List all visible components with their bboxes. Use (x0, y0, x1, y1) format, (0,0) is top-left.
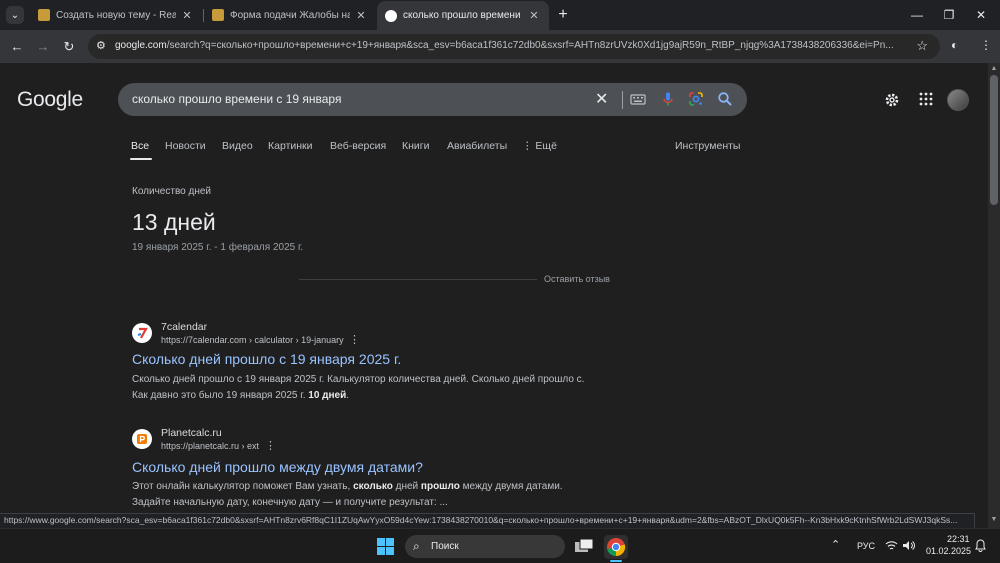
feedback-link[interactable]: Оставить отзыв (544, 274, 610, 284)
task-view-icon[interactable] (572, 535, 596, 559)
extension-icon[interactable]: ◐ (951, 38, 958, 52)
snippet-line: Этот онлайн калькулятор поможет Вам узна… (132, 481, 563, 492)
google-apps-icon[interactable] (919, 92, 933, 106)
result-snippet: Этот онлайн калькулятор поможет Вам узна… (132, 479, 563, 511)
close-tab-icon[interactable]: ✕ (527, 9, 541, 22)
more-vert-icon: ⋮ (522, 140, 536, 152)
tab-title: Форма подачи Жалобы на Ад (230, 9, 350, 21)
tab-complaint-form[interactable]: Форма подачи Жалобы на Ад ✕ (204, 0, 376, 30)
page-scrollbar[interactable]: ▲ ▼ (988, 63, 1000, 528)
settings-gear-icon[interactable] (884, 92, 900, 108)
close-tab-icon[interactable]: ✕ (180, 9, 194, 22)
scroll-down-arrow-icon[interactable]: ▼ (988, 516, 1000, 523)
taskbar-search[interactable]: ⌕ Поиск (405, 535, 565, 558)
tray-overflow-chevron-icon[interactable]: ⌃ (831, 538, 840, 551)
browser-toolbar: ← → ↻ ⚙ google.com/search?q=сколько+прош… (0, 30, 1000, 63)
back-button[interactable]: ← (8, 38, 26, 56)
wifi-icon[interactable] (885, 540, 898, 551)
clock-time[interactable]: 22:31 (947, 534, 970, 544)
scroll-up-arrow-icon[interactable]: ▲ (988, 65, 1000, 72)
tab-web[interactable]: Веб-версия (330, 140, 386, 152)
notifications-bell-icon[interactable] (975, 539, 986, 552)
tab-google-search[interactable]: сколько прошло времени с 1! ✕ (377, 1, 549, 30)
maximize-button[interactable]: ❐ (939, 6, 959, 24)
snippet-line: Как давно это было 19 января 2025 г. 10 … (132, 390, 350, 401)
active-app-indicator (610, 560, 622, 562)
tools-button[interactable]: Инструменты (675, 140, 740, 152)
result-site-name[interactable]: Planetcalc.ru (161, 427, 222, 439)
answer-label: Количество дней (132, 186, 211, 197)
tab-title: Создать новую тему - ReallyW (56, 9, 176, 21)
google-logo[interactable]: Google (17, 88, 83, 112)
lens-search-icon[interactable] (688, 91, 704, 107)
result-snippet: Сколько дней прошло с 19 января 2025 г. … (132, 372, 584, 404)
7calendar-favicon-icon (132, 323, 152, 343)
search-box-divider (622, 91, 623, 109)
tab-more[interactable]: ⋮ Ещё (522, 140, 557, 152)
close-tab-icon[interactable]: ✕ (354, 9, 368, 22)
link-status-bar: https://www.google.com/search?sca_esv=b6… (0, 513, 975, 528)
tab-title: сколько прошло времени с 1! (403, 10, 523, 21)
result-title-link[interactable]: Сколько дней прошло между двумя датами? (132, 459, 423, 475)
answer-value: 13 дней (132, 209, 216, 235)
reload-button[interactable]: ↻ (60, 38, 78, 56)
minimize-button[interactable]: — (907, 6, 927, 24)
tab-images[interactable]: Картинки (268, 140, 313, 152)
voice-search-icon[interactable] (660, 91, 676, 107)
address-bar[interactable]: ⚙ google.com/search?q=сколько+прошло+вре… (88, 34, 940, 59)
address-text[interactable]: google.com/search?q=сколько+прошло+време… (115, 40, 905, 51)
account-avatar[interactable] (947, 89, 969, 111)
clear-search-icon[interactable]: ✕ (595, 89, 608, 109)
tab-search-menu-button[interactable]: ⌄ (6, 6, 24, 24)
new-tab-button[interactable]: + (554, 6, 572, 24)
result-site-name[interactable]: 7calendar (161, 321, 207, 333)
keyboard-icon[interactable] (630, 91, 646, 107)
result-url[interactable]: https://planetcalc.ru › ext (161, 441, 259, 451)
tab-flights[interactable]: Авиабилеты (447, 140, 507, 152)
search-icon[interactable] (717, 91, 733, 107)
browser-menu-icon[interactable]: ⋮ (980, 38, 992, 52)
snippet-line: Задайте начальную дату, конечную дату — … (132, 497, 448, 508)
site-info-icon[interactable]: ⚙ (96, 39, 106, 52)
search-results-page: Google сколько прошло времени с 19 январ… (0, 63, 988, 513)
scrollbar-thumb[interactable] (990, 75, 998, 205)
close-window-button[interactable]: ✕ (971, 6, 991, 24)
search-input[interactable]: сколько прошло времени с 19 января (132, 92, 341, 106)
feedback-divider (299, 279, 537, 280)
result-url[interactable]: https://7calendar.com › calculator › 19-… (161, 335, 344, 345)
tab-reallyworld[interactable]: Создать новую тему - ReallyW ✕ (30, 0, 202, 30)
clock-date[interactable]: 01.02.2025 (926, 546, 971, 556)
search-box[interactable]: сколько прошло времени с 19 января ✕ (118, 83, 747, 116)
active-tab-indicator (130, 158, 152, 160)
tab-more-label: Ещё (535, 140, 557, 152)
tab-favicon-icon (38, 9, 50, 21)
bookmark-star-icon[interactable]: ☆ (916, 38, 928, 54)
google-favicon-icon (385, 9, 397, 22)
tab-news[interactable]: Новости (165, 140, 206, 152)
forward-button[interactable]: → (34, 38, 52, 56)
answer-date-range: 19 января 2025 г. - 1 февраля 2025 г. (132, 242, 304, 253)
input-language[interactable]: РУС (857, 541, 875, 551)
result-title-link[interactable]: Сколько дней прошло с 19 января 2025 г. (132, 351, 401, 367)
tab-video[interactable]: Видео (222, 140, 253, 152)
chrome-taskbar-icon[interactable] (604, 535, 628, 559)
tab-strip: ⌄ Создать новую тему - ReallyW ✕ Форма п… (0, 0, 1000, 30)
tab-favicon-icon (212, 9, 224, 21)
volume-icon[interactable] (902, 540, 915, 551)
windows-start-icon[interactable] (377, 538, 394, 555)
tab-books[interactable]: Книги (402, 140, 429, 152)
windows-taskbar: ⌕ Поиск ⌃ РУС 22:31 01.02.2025 (0, 528, 1000, 563)
snippet-line: Сколько дней прошло с 19 января 2025 г. … (132, 374, 585, 385)
result-options-icon[interactable]: ⋮ (265, 439, 276, 452)
result-options-icon[interactable]: ⋮ (349, 333, 360, 346)
search-icon: ⌕ (413, 539, 420, 553)
tab-all[interactable]: Все (131, 140, 149, 152)
planetcalc-favicon-icon (132, 429, 152, 449)
taskbar-search-label: Поиск (431, 541, 459, 552)
